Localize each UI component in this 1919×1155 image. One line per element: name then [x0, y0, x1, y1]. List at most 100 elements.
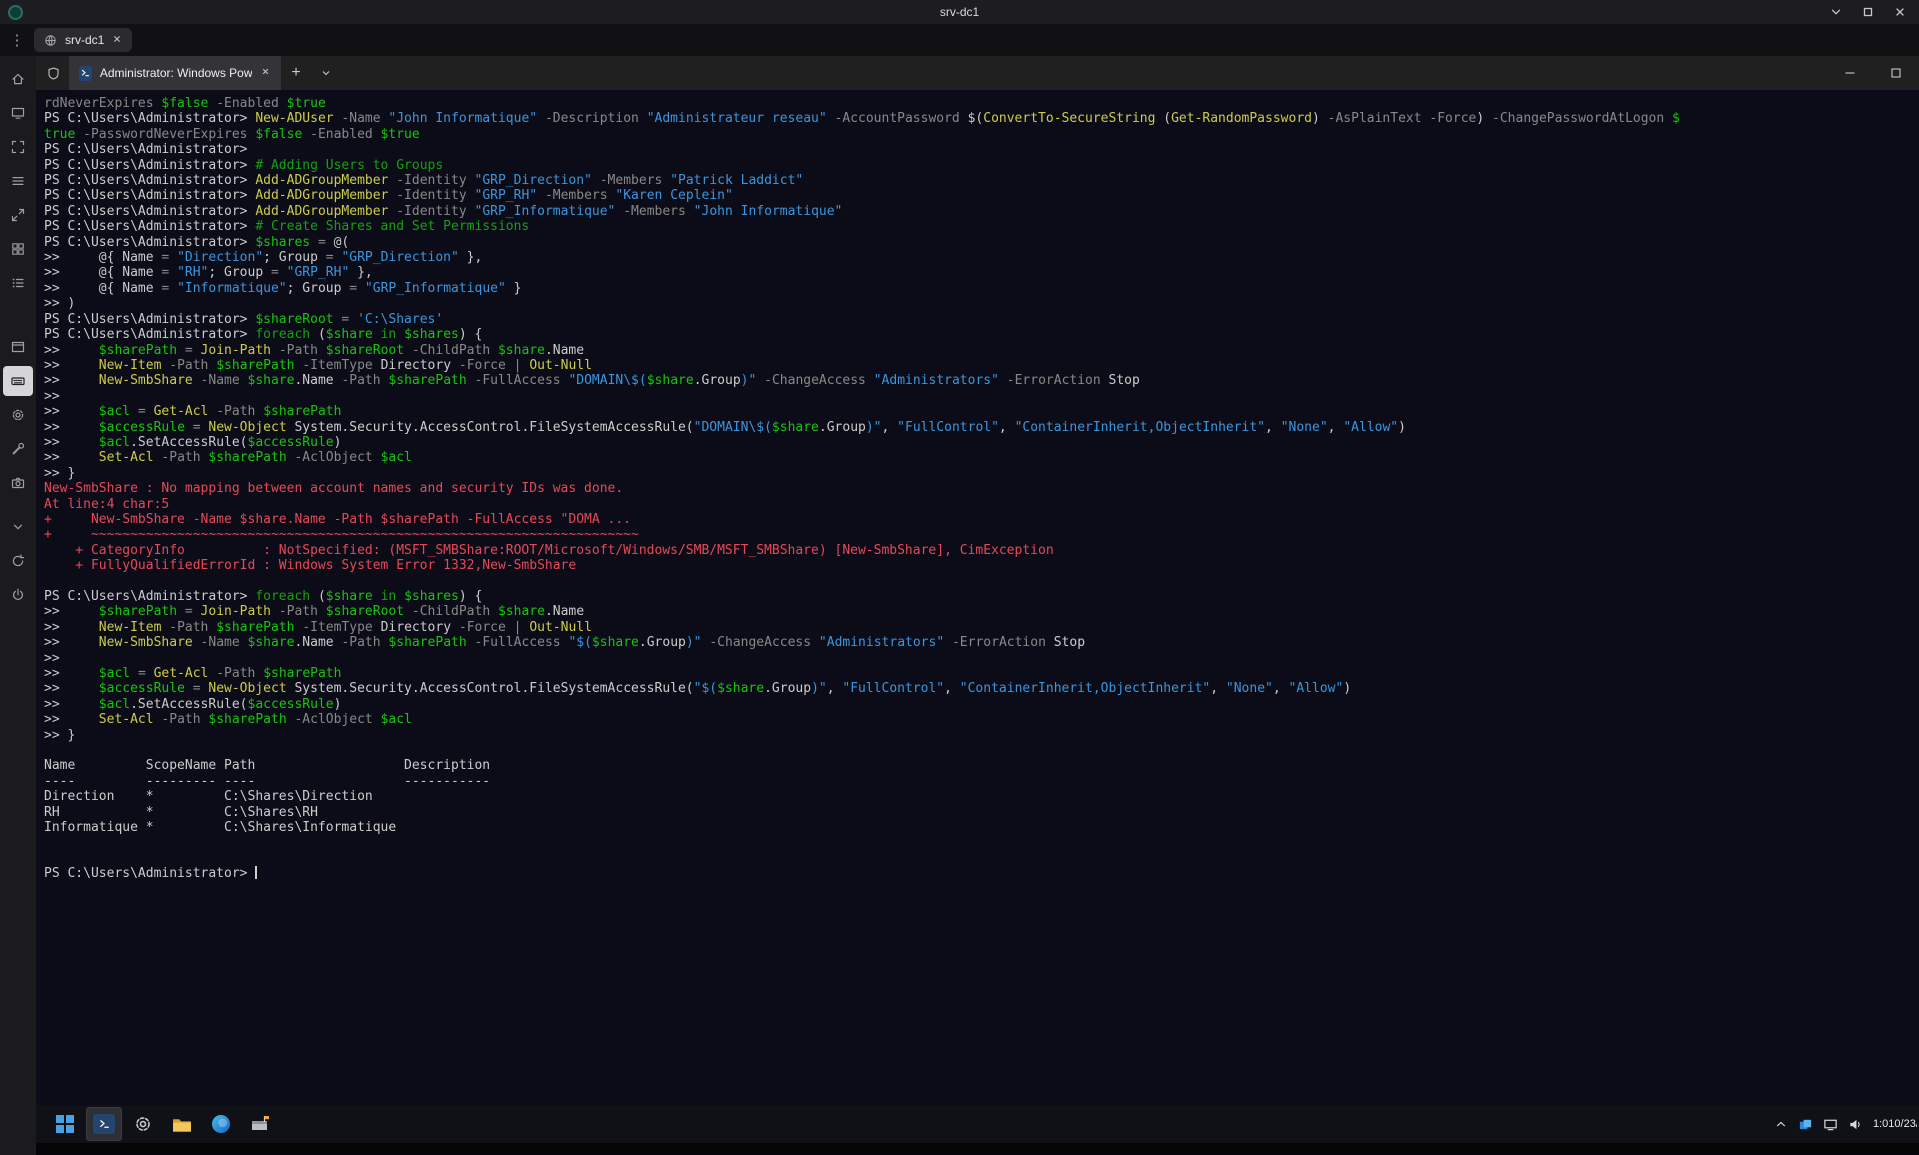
toolbar-tools-button[interactable]: [3, 434, 33, 464]
connection-tab-label: srv-dc1: [65, 33, 104, 47]
toolbar-settings-button[interactable]: [3, 400, 33, 430]
taskbar-settings-button[interactable]: [126, 1108, 160, 1140]
edge-icon: [210, 1113, 232, 1135]
windows-logo-icon: [56, 1115, 74, 1133]
terminal-line: >>: [44, 389, 1919, 404]
taskbar-powershell-button[interactable]: [87, 1108, 121, 1140]
chevron-down-icon: [10, 519, 26, 535]
refresh-icon: [10, 553, 26, 569]
terminal-line: PS C:\Users\Administrator> New-ADUser -N…: [44, 111, 1919, 126]
terminal-line: [44, 851, 1919, 866]
terminal-line: PS C:\Users\Administrator>: [44, 142, 1919, 157]
terminal-line: >> Set-Acl -Path $sharePath -AclObject $…: [44, 450, 1919, 465]
window-title: srv-dc1: [0, 5, 1919, 19]
terminal-line: >> New-Item -Path $sharePath -ItemType D…: [44, 358, 1919, 373]
terminal-line: >> $acl = Get-Acl -Path $sharePath: [44, 666, 1919, 681]
terminal-line: >>: [44, 651, 1919, 666]
terminal-line: Informatique * C:\Shares\Informatique: [44, 820, 1919, 835]
speaker-icon: [1848, 1117, 1863, 1132]
terminal-line: ---- --------- ---- -----------: [44, 774, 1919, 789]
chevron-down-icon: [320, 67, 332, 79]
terminal-tab-title: Administrator: Windows PowerShell: [100, 66, 252, 80]
display-icon: [10, 105, 26, 121]
powershell-icon: [79, 66, 92, 81]
toolbar-home-button[interactable]: [3, 64, 33, 94]
terminal-line: PS C:\Users\Administrator> $shareRoot = …: [44, 312, 1919, 327]
clock-date: 10/23/: [1888, 1118, 1917, 1131]
toolbar-refresh-button[interactable]: [3, 546, 33, 576]
terminal-tab-close-icon[interactable]: [260, 64, 271, 82]
terminal-line: At line:4 char:5: [44, 497, 1919, 512]
viewer-toolbar: [0, 56, 36, 1155]
new-tab-button[interactable]: +: [281, 64, 311, 82]
toolbar-collapse-button[interactable]: [3, 512, 33, 542]
window-close-button[interactable]: [1893, 5, 1907, 19]
terminal-line: [44, 743, 1919, 758]
terminal-titlebar: Administrator: Windows PowerShell +: [36, 56, 1919, 90]
tray-chevron-up-button[interactable]: [1774, 1117, 1788, 1131]
window-restore-button[interactable]: [1861, 5, 1875, 19]
terminal-line: + ~~~~~~~~~~~~~~~~~~~~~~~~~~~~~~~~~~~~~~…: [44, 527, 1919, 542]
grid-icon: [10, 241, 26, 257]
terminal-line: RH * C:\Shares\RH: [44, 805, 1919, 820]
terminal-line: >> }: [44, 728, 1919, 743]
settings-gear-icon: [10, 407, 26, 423]
window-minimize-button[interactable]: [1829, 5, 1843, 19]
terminal-line: + FullyQualifiedErrorId : Windows System…: [44, 558, 1919, 573]
toolbar-grid-button[interactable]: [3, 234, 33, 264]
terminal-line: PS C:\Users\Administrator> foreach ($sha…: [44, 327, 1919, 342]
fullscreen-icon: [10, 139, 26, 155]
terminal-line: + CategoryInfo : NotSpecified: (MSFT_SMB…: [44, 543, 1919, 558]
clock-time: 1:0: [1873, 1118, 1888, 1131]
remote-viewer-window: srv-dc1 ⋮ srv-dc1: [0, 0, 1919, 1155]
tab-close-icon[interactable]: [111, 33, 123, 48]
terminal-line: PS C:\Users\Administrator> $shares = @(: [44, 235, 1919, 250]
terminal-line: PS C:\Users\Administrator> # Create Shar…: [44, 219, 1919, 234]
terminal-tab[interactable]: Administrator: Windows PowerShell: [69, 56, 281, 90]
taskbar-explorer-button[interactable]: [165, 1108, 199, 1140]
camera-icon: [10, 475, 26, 491]
menu-kebab-icon[interactable]: ⋮: [0, 31, 34, 49]
terminal-cursor: [255, 866, 257, 879]
terminal-line: PS C:\Users\Administrator> Add-ADGroupMe…: [44, 204, 1919, 219]
toolbar-resize-button[interactable]: [3, 200, 33, 230]
toolbar-disconnect-button[interactable]: [3, 580, 33, 610]
tray-blue-icon: [1798, 1117, 1813, 1132]
tray-volume-button[interactable]: [1848, 1117, 1863, 1132]
terminal-line: >> @{ Name = "Informatique"; Group = "GR…: [44, 281, 1919, 296]
viewer-tabbar: ⋮ srv-dc1: [0, 24, 1919, 56]
tray-app-button[interactable]: [1798, 1117, 1813, 1132]
server-manager-icon: [249, 1113, 271, 1135]
start-button[interactable]: [48, 1108, 82, 1140]
toolbar-fullscreen-button[interactable]: [3, 132, 33, 162]
toolbar-window-button[interactable]: [3, 332, 33, 362]
terminal-line: PS C:\Users\Administrator> Add-ADGroupMe…: [44, 173, 1919, 188]
toolbar-list-button[interactable]: [3, 268, 33, 298]
terminal-line: PS C:\Users\Administrator>: [44, 866, 1919, 881]
terminal-line: >> Set-Acl -Path $sharePath -AclObject $…: [44, 712, 1919, 727]
tab-dropdown-button[interactable]: [311, 67, 341, 79]
terminal-line: >> $acl.SetAccessRule($accessRule): [44, 435, 1919, 450]
terminal-line: >> @{ Name = "Direction"; Group = "GRP_D…: [44, 250, 1919, 265]
terminal-line: New-SmbShare : No mapping between accoun…: [44, 481, 1919, 496]
resize-icon: [10, 207, 26, 223]
taskbar-server-manager-button[interactable]: [243, 1108, 277, 1140]
terminal-line: >> @{ Name = "RH"; Group = "GRP_RH" },: [44, 265, 1919, 280]
connection-tab[interactable]: srv-dc1: [34, 28, 132, 52]
terminal-line: Name ScopeName Path Description: [44, 758, 1919, 773]
terminal-line: >> $sharePath = Join-Path -Path $shareRo…: [44, 604, 1919, 619]
tools-wrench-icon: [10, 441, 26, 457]
toolbar-display-button[interactable]: [3, 98, 33, 128]
toolbar-camera-button[interactable]: [3, 468, 33, 498]
toolbar-menu-button[interactable]: [3, 166, 33, 196]
terminal-line: true -PasswordNeverExpires $false -Enabl…: [44, 127, 1919, 142]
terminal-line: >> New-SmbShare -Name $share.Name -Path …: [44, 373, 1919, 388]
tray-network-button[interactable]: [1823, 1117, 1838, 1132]
toolbar-keyboard-button[interactable]: [3, 366, 33, 396]
taskbar-edge-button[interactable]: [204, 1108, 238, 1140]
terminal-maximize-button[interactable]: [1873, 56, 1919, 90]
taskbar-clock[interactable]: 1:0 10/23/: [1873, 1118, 1917, 1131]
folder-icon: [171, 1113, 193, 1135]
terminal-output[interactable]: rdNeverExpires $false -Enabled $truePS C…: [36, 90, 1919, 1105]
terminal-minimize-button[interactable]: [1827, 56, 1873, 90]
